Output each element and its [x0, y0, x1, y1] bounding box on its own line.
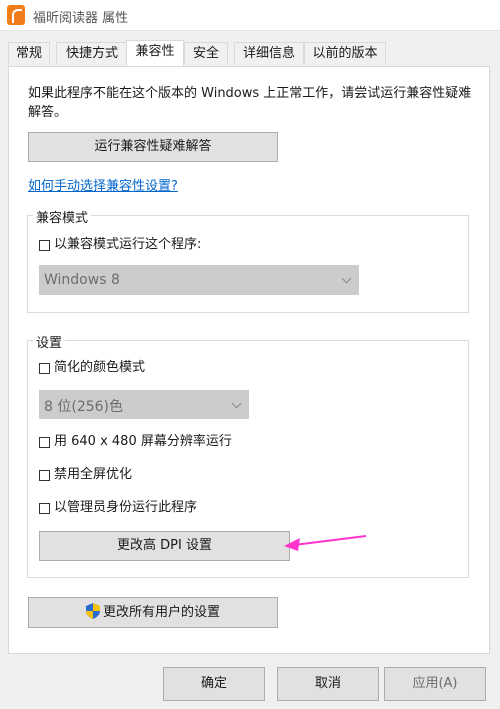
color-depth-value: 8 位(256)色	[44, 399, 124, 415]
cancel-button[interactable]: 取消	[277, 667, 379, 701]
res-640-checkbox[interactable]: 用 640 x 480 屏幕分辨率运行	[39, 434, 232, 450]
disable-fullscreen-opt-label: 禁用全屏优化	[54, 467, 133, 482]
change-all-users-label: 更改所有用户的设置	[102, 605, 220, 620]
tab-compatibility[interactable]: 兼容性	[126, 40, 184, 66]
change-all-users-button[interactable]: 更改所有用户的设置	[28, 597, 278, 628]
tab-previous-versions[interactable]: 以前的版本	[304, 42, 386, 65]
title-bar: 福昕阅读器 属性	[0, 0, 500, 31]
checkbox-box[interactable]	[39, 239, 50, 251]
checkbox-box[interactable]	[39, 436, 50, 448]
reduced-color-checkbox[interactable]: 简化的颜色模式	[39, 360, 145, 376]
change-high-dpi-button[interactable]: 更改高 DPI 设置	[39, 531, 290, 561]
apply-button[interactable]: 应用(A)	[384, 667, 486, 701]
reduced-color-label: 简化的颜色模式	[54, 360, 146, 375]
disable-fullscreen-opt-checkbox[interactable]: 禁用全屏优化	[39, 467, 132, 483]
tab-general[interactable]: 常规	[8, 42, 50, 65]
tab-details[interactable]: 详细信息	[234, 42, 304, 65]
chevron-down-icon	[231, 398, 242, 409]
intro-text: 如果此程序不能在这个版本的 Windows 上正常工作，请尝试运行兼容性疑难解答…	[28, 86, 472, 120]
compat-mode-checkbox[interactable]: 以兼容模式运行这个程序:	[39, 237, 201, 253]
os-version-value: Windows 8	[44, 272, 120, 288]
run-as-admin-label: 以管理员身份运行此程序	[54, 500, 198, 515]
tab-security[interactable]: 安全	[184, 42, 228, 65]
annotation-arrow-icon	[284, 535, 367, 551]
ok-button[interactable]: 确定	[163, 667, 265, 701]
tab-shortcut[interactable]: 快捷方式	[56, 42, 128, 65]
checkbox-box[interactable]	[39, 362, 50, 374]
os-version-select[interactable]: Windows 8	[39, 265, 359, 295]
chevron-down-icon	[341, 273, 352, 284]
checkbox-box[interactable]	[39, 469, 50, 481]
run-as-admin-checkbox[interactable]: 以管理员身份运行此程序	[39, 500, 197, 516]
color-depth-select[interactable]: 8 位(256)色	[39, 390, 249, 419]
window-title: 福昕阅读器 属性	[33, 11, 129, 26]
foxit-app-icon	[7, 5, 25, 25]
manual-settings-link[interactable]: 如何手动选择兼容性设置?	[28, 175, 178, 194]
checkbox-box[interactable]	[39, 502, 50, 514]
run-troubleshooter-button[interactable]: 运行兼容性疑难解答	[28, 132, 278, 162]
settings-label: 设置	[33, 332, 66, 351]
compat-mode-label: 兼容模式	[33, 207, 92, 226]
compat-mode-group	[27, 215, 469, 313]
res-640-label: 用 640 x 480 屏幕分辨率运行	[54, 434, 232, 449]
compat-mode-checkbox-label: 以兼容模式运行这个程序:	[54, 237, 202, 252]
uac-shield-icon	[85, 603, 100, 619]
